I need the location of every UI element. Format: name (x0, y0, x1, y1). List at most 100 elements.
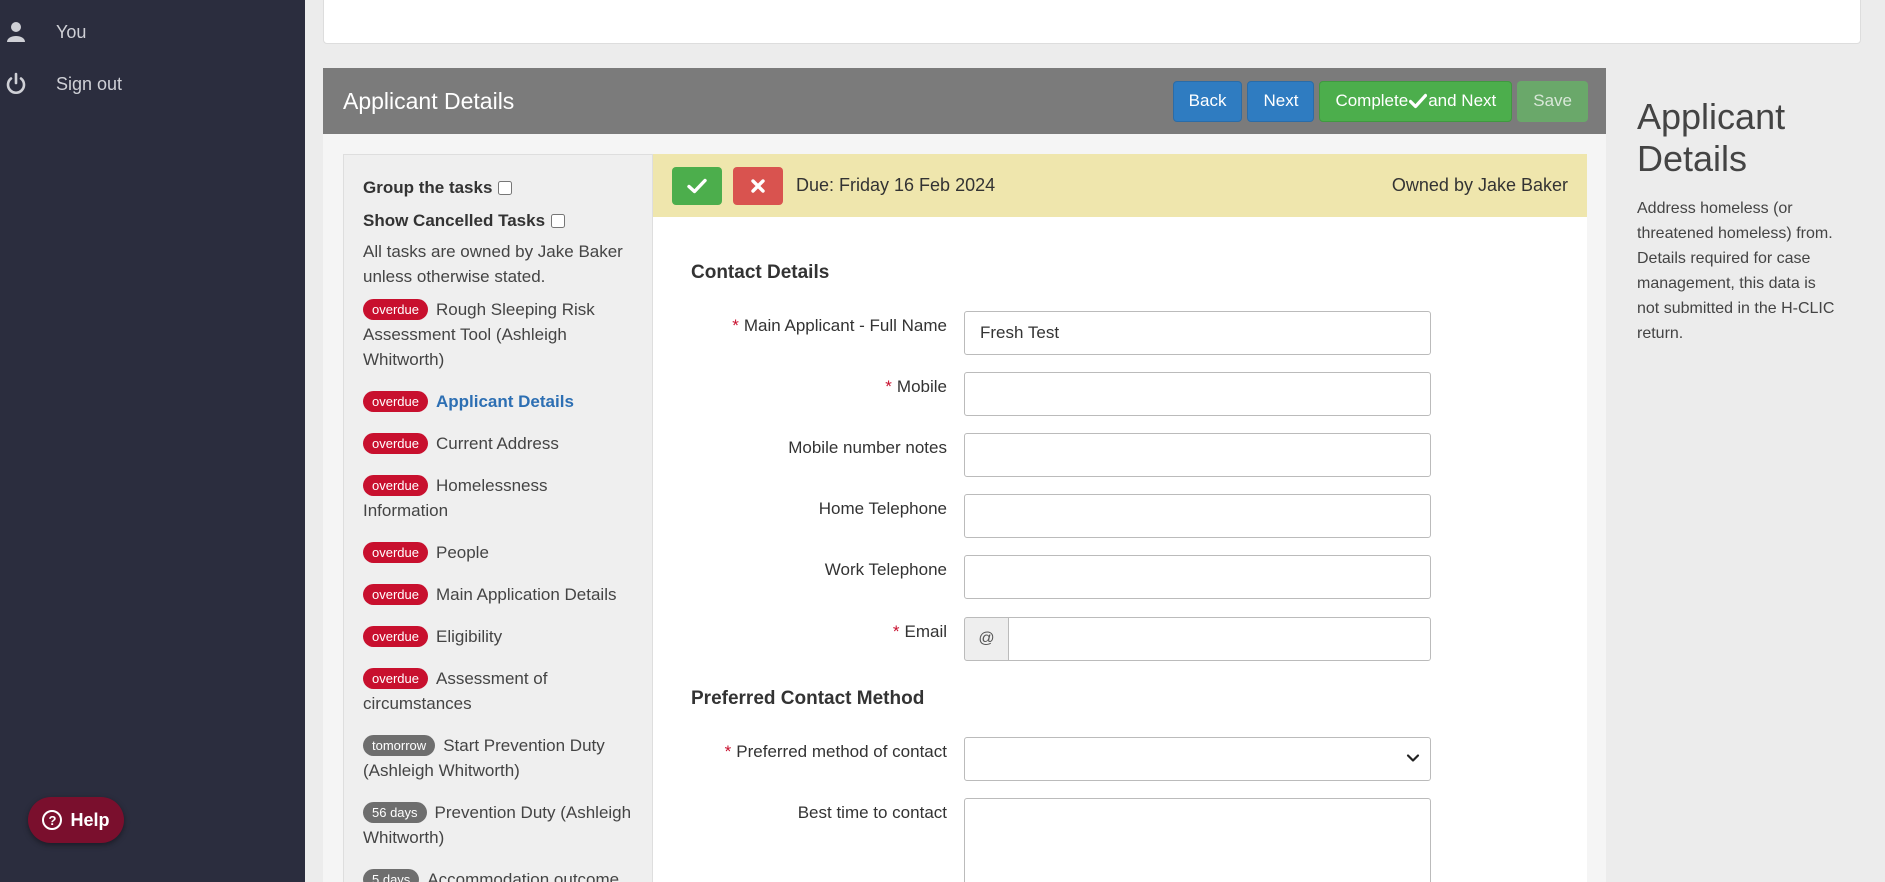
task-item[interactable]: overdue Eligibility (363, 624, 634, 649)
status-badge: 56 days (363, 802, 427, 823)
top-panel (323, 0, 1861, 44)
status-badge: overdue (363, 391, 428, 412)
task-name: People (435, 543, 489, 562)
work-telephone-label: Work Telephone (824, 560, 947, 579)
task-item[interactable]: overdue People (363, 540, 634, 565)
best-time-textarea[interactable] (964, 798, 1431, 882)
status-badge: overdue (363, 626, 428, 647)
required-marker: * (885, 377, 892, 396)
power-icon (2, 72, 30, 96)
check-icon (687, 178, 707, 193)
mobile-notes-row: Mobile number notes (653, 433, 1587, 477)
home-telephone-label: Home Telephone (818, 499, 947, 518)
task-name: Accommodation outcome (427, 870, 620, 882)
task-item[interactable]: tomorrow Start Prevention Duty (Ashleigh … (363, 733, 634, 783)
full-name-input[interactable]: Fresh Test (964, 311, 1431, 355)
required-marker: * (732, 316, 739, 335)
full-name-row: * Main Applicant - Full Name Fresh Test (653, 311, 1587, 355)
user-icon (2, 21, 30, 43)
back-button[interactable]: Back (1172, 80, 1243, 122)
question-icon: ? (42, 810, 63, 830)
help-panel: Applicant Details Address homeless (or t… (1637, 96, 1837, 346)
mobile-notes-label: Mobile number notes (788, 438, 947, 457)
task-item[interactable]: 5 days Accommodation outcome (363, 867, 634, 882)
preferred-method-label: * Preferred method of contact (724, 742, 947, 761)
full-name-label: * Main Applicant - Full Name (732, 316, 947, 335)
status-badge: tomorrow (363, 735, 436, 756)
task-item[interactable]: overdue Current Address (363, 431, 634, 456)
mobile-notes-input[interactable] (964, 433, 1431, 477)
status-badge: overdue (363, 433, 428, 454)
show-cancelled-toggle: Show Cancelled Tasks (363, 204, 634, 237)
task-item[interactable]: overdue Assessment of circumstances (363, 666, 634, 716)
tasks-owner-note: All tasks are owned by Jake Baker unless… (363, 242, 623, 286)
status-badge: overdue (363, 668, 428, 689)
preferred-method-select[interactable] (964, 737, 1431, 781)
task-item[interactable]: overdue Homelessness Information (363, 473, 634, 523)
help-label: Help (70, 809, 110, 830)
mobile-label: * Mobile (885, 377, 947, 396)
mark-complete-button[interactable] (672, 166, 722, 205)
next-button[interactable]: Next (1247, 80, 1315, 122)
task-name: Eligibility (435, 627, 503, 646)
and-next-label: and Next (1428, 91, 1497, 110)
contact-details-heading: Contact Details (691, 262, 830, 283)
work-telephone-row: Work Telephone (653, 555, 1587, 599)
task-item[interactable]: overdue Main Application Details (363, 582, 634, 607)
group-tasks-toggle: Group the tasks (363, 171, 634, 204)
task-content: Due: Friday 16 Feb 2024 Owned by Jake Ba… (653, 154, 1587, 882)
required-marker: * (724, 742, 732, 761)
due-bar: Due: Friday 16 Feb 2024 Owned by Jake Ba… (653, 154, 1587, 217)
mobile-row: * Mobile (653, 372, 1587, 416)
panel-header: Applicant Details Back Next Complete and… (323, 68, 1606, 134)
status-badge: overdue (363, 475, 428, 496)
sidebar-item-sign-out[interactable]: Sign out (0, 64, 122, 104)
save-button[interactable]: Save (1517, 80, 1588, 122)
complete-and-next-button[interactable]: Complete and Next (1319, 80, 1513, 122)
status-badge: overdue (363, 299, 428, 320)
check-icon (1409, 93, 1428, 109)
at-icon: @ (964, 617, 1009, 661)
task-item[interactable]: overdue Rough Sleeping Risk Assessment To… (363, 297, 634, 372)
required-marker: * (892, 622, 900, 641)
status-badge: 5 days (363, 869, 420, 882)
sidebar-item-you[interactable]: You (0, 12, 86, 52)
status-badge: overdue (363, 584, 428, 605)
home-telephone-input[interactable] (964, 494, 1431, 538)
cancel-task-button[interactable] (733, 166, 783, 205)
status-badge: overdue (363, 542, 428, 563)
email-input[interactable] (1008, 617, 1431, 661)
close-icon (751, 178, 765, 193)
sidebar: You Sign out ? Help (0, 0, 305, 882)
home-telephone-row: Home Telephone (653, 494, 1587, 538)
email-row: * Email @ (653, 617, 1587, 661)
preferred-method-row: * Preferred method of contact (653, 737, 1587, 781)
due-date: Due: Friday 16 Feb 2024 (796, 175, 996, 195)
task-name: Applicant Details (435, 392, 574, 411)
help-text: Address homeless (or threatened homeless… (1637, 200, 1835, 342)
task-name: Current Address (435, 434, 559, 453)
preferred-contact-heading: Preferred Contact Method (691, 688, 925, 709)
chevron-down-icon (1406, 754, 1420, 762)
task-item[interactable]: 56 days Prevention Duty (Ashleigh Whitwor… (363, 800, 634, 850)
show-cancelled-label: Show Cancelled Tasks (363, 210, 546, 230)
complete-label: Complete (1335, 91, 1409, 110)
work-telephone-input[interactable] (964, 555, 1431, 599)
show-cancelled-checkbox[interactable] (551, 213, 566, 228)
panel-title: Applicant Details (343, 87, 515, 114)
task-name: Main Application Details (435, 585, 617, 604)
help-title: Applicant Details (1637, 96, 1786, 179)
task-panel: Applicant Details Back Next Complete and… (323, 68, 1606, 882)
email-label: * Email (892, 622, 947, 641)
help-button[interactable]: ? Help (28, 797, 124, 843)
sidebar-item-label: Sign out (56, 73, 123, 94)
best-time-row: Best time to contact (653, 798, 1587, 882)
mobile-input[interactable] (964, 372, 1431, 416)
task-item-active[interactable]: overdue Applicant Details (363, 389, 634, 414)
group-tasks-label: Group the tasks (363, 177, 493, 197)
task-owner: Owned by Jake Baker (1391, 175, 1568, 195)
panel-actions: Back Next Complete and Next Save (1172, 80, 1588, 122)
group-tasks-checkbox[interactable] (498, 180, 513, 195)
sidebar-item-label: You (56, 21, 87, 42)
task-list: Group the tasks Show Cancelled Tasks All… (343, 154, 653, 882)
